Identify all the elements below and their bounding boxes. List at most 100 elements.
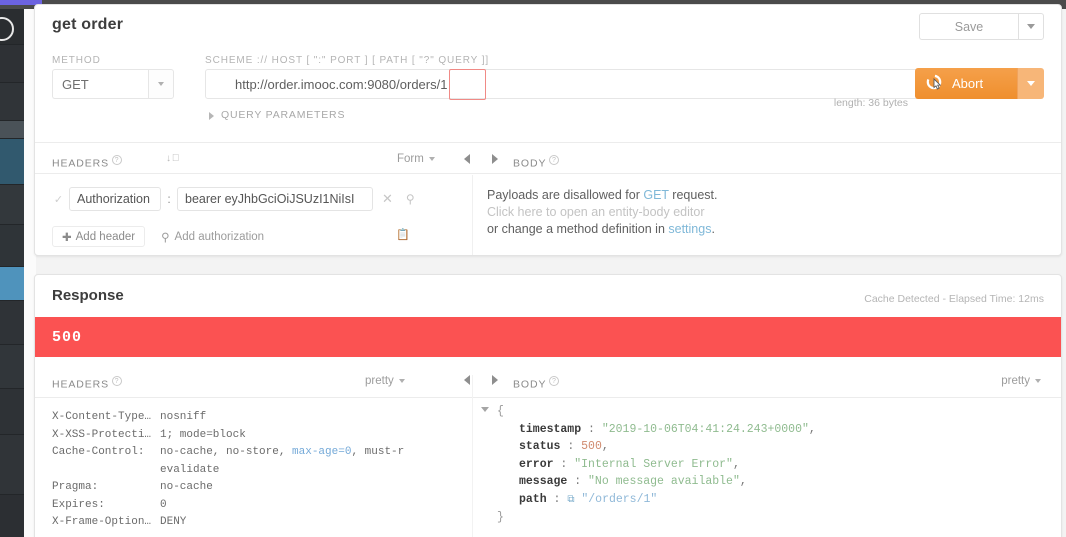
- json-entry-path: path : ⧉ "/orders/1": [519, 492, 658, 506]
- headers-format-value: Form: [397, 153, 424, 165]
- response-headers-label: HEADERS?: [52, 376, 123, 391]
- plus-icon: ✚: [62, 231, 72, 244]
- add-authorization-button[interactable]: ⚲ Add authorization: [161, 230, 264, 244]
- json-open-brace: {: [497, 405, 504, 418]
- response-header-value: nosniff: [160, 411, 207, 423]
- json-value: "/orders/1": [581, 492, 658, 506]
- save-button[interactable]: Save: [919, 13, 1018, 40]
- header-enabled-checkbox[interactable]: ✓: [52, 193, 65, 206]
- rail-item-2[interactable]: [0, 83, 24, 121]
- json-key: error: [519, 457, 554, 471]
- table-row: Cache-Control: no-cache, no-store, max-a…: [52, 444, 404, 462]
- chevron-down-icon: [1027, 24, 1035, 29]
- response-toolbar-divider: [35, 397, 1061, 398]
- rail-item-4[interactable]: [0, 139, 24, 185]
- response-header-key: Cache-Control:: [52, 446, 145, 458]
- response-body-text: BODY: [513, 378, 547, 391]
- rail-logo-icon[interactable]: [0, 9, 24, 45]
- table-row: X-XSS-Protecti… 1; mode=block: [52, 427, 404, 445]
- rail-item-11[interactable]: [0, 435, 24, 495]
- help-icon[interactable]: ?: [112, 376, 123, 386]
- response-header-value: no-cache, no-store, max-age=0, must-r: [160, 444, 404, 462]
- json-entry-status: status : 500,: [519, 440, 609, 453]
- method-value[interactable]: GET: [52, 69, 148, 99]
- rail-item-3-active[interactable]: [0, 121, 24, 139]
- cache-control-part-b: , must-r: [351, 446, 405, 458]
- collapse-left-arrow-icon[interactable]: [464, 154, 470, 164]
- sort-headers-icon[interactable]: ↓ ᳐: [166, 153, 179, 164]
- rail-item-1[interactable]: [0, 45, 24, 83]
- response-headers-table: X-Content-Type… nosniff X-XSS-Protecti… …: [52, 409, 404, 532]
- response-title: Response: [52, 287, 124, 304]
- external-link-icon[interactable]: ⧉: [567, 495, 574, 506]
- expand-right-arrow-icon[interactable]: [492, 154, 498, 164]
- response-body-format-dropdown[interactable]: pretty: [1001, 375, 1041, 387]
- method-dropdown-button[interactable]: [148, 69, 174, 99]
- save-button-group[interactable]: Save: [919, 13, 1044, 40]
- cache-control-token: max-age=0: [292, 446, 352, 458]
- json-entry-timestamp: timestamp : "2019-10-06T04:41:24.243+000…: [519, 422, 816, 436]
- header-name-input[interactable]: Authorization: [69, 187, 161, 211]
- url-label: SCHEME :// HOST [ ":" PORT ] [ PATH [ "?…: [205, 55, 490, 66]
- add-header-button[interactable]: ✚ Add header: [52, 226, 146, 247]
- send-options-dropdown[interactable]: [1017, 68, 1044, 99]
- query-parameters-toggle[interactable]: QUERY PARAMETERS: [221, 109, 345, 121]
- rail-item-6[interactable]: [0, 225, 24, 267]
- response-header-key: Pragma:: [52, 481, 99, 493]
- rail-item-5[interactable]: [0, 185, 24, 225]
- table-row: X-Frame-Option… DENY: [52, 514, 404, 532]
- response-body-label: BODY?: [513, 376, 560, 391]
- response-meta: Cache Detected - Elapsed Time: 12ms: [864, 293, 1044, 305]
- collapse-left-arrow-icon[interactable]: [464, 375, 470, 385]
- chevron-right-icon[interactable]: [209, 112, 214, 120]
- json-entry-message: message : "No message available",: [519, 475, 747, 488]
- json-comma: ,: [739, 475, 747, 488]
- help-icon[interactable]: ?: [549, 155, 560, 165]
- collapse-json-icon[interactable]: [481, 407, 489, 412]
- body-message-line-1: Payloads are disallowed for GET request.: [487, 187, 717, 204]
- rail-item-9[interactable]: [0, 345, 24, 389]
- abort-button-label: Abort: [952, 76, 984, 91]
- rail-item-8[interactable]: [0, 301, 24, 345]
- json-key: message: [519, 475, 568, 488]
- json-entry-error: error : "Internal Server Error",: [519, 457, 740, 471]
- json-comma: ,: [732, 457, 740, 471]
- rail-item-7-selected[interactable]: [0, 267, 24, 301]
- expand-right-arrow-icon[interactable]: [492, 375, 498, 385]
- help-icon[interactable]: ?: [549, 376, 560, 386]
- save-dropdown-button[interactable]: [1018, 13, 1044, 40]
- response-header-key: X-Content-Type…: [52, 411, 152, 423]
- response-headers-text: HEADERS: [52, 378, 110, 391]
- send-abort-button-group[interactable]: Abort: [915, 68, 1044, 99]
- header-value-input[interactable]: bearer eyJhbGciOiJSUzI1NiIsI: [177, 187, 373, 211]
- rail-item-10[interactable]: [0, 389, 24, 435]
- response-headers-format-dropdown[interactable]: pretty: [365, 375, 405, 387]
- chevron-down-icon: [1035, 379, 1041, 383]
- table-row[interactable]: ✓ Authorization : bearer eyJhbGciOiJSUzI…: [52, 187, 415, 211]
- json-key: path: [519, 492, 547, 506]
- get-method-link[interactable]: GET: [643, 188, 668, 202]
- app-window: get order Save METHOD SCHEME :// HOST [ …: [0, 0, 1066, 537]
- response-pane-divider: [472, 375, 473, 537]
- remove-header-icon[interactable]: ✕: [382, 191, 393, 207]
- table-row: Pragma: no-cache: [52, 479, 404, 497]
- body-disallowed-message: Payloads are disallowed for GET request.…: [487, 187, 717, 238]
- url-input[interactable]: http://order.imooc.com:9080/orders/1: [205, 69, 943, 99]
- body-message-line-2[interactable]: Click here to open an entity-body editor: [487, 204, 717, 221]
- clipboard-icon[interactable]: 📋: [396, 228, 410, 241]
- method-select[interactable]: GET: [52, 69, 174, 99]
- key-icon[interactable]: ⚲: [406, 192, 415, 206]
- headers-format-dropdown[interactable]: Form: [397, 153, 435, 165]
- request-length-note: length: 36 bytes: [833, 97, 908, 109]
- chevron-down-icon: [1027, 81, 1035, 86]
- left-navigation-rail[interactable]: [0, 9, 24, 537]
- settings-link[interactable]: settings: [668, 222, 711, 236]
- status-banner: 500: [35, 317, 1061, 357]
- body-line1-prefix: Payloads are disallowed for: [487, 188, 644, 202]
- json-close-brace: }: [497, 511, 504, 524]
- abort-button[interactable]: Abort: [915, 68, 1017, 99]
- json-value: "2019-10-06T04:41:24.243+0000": [601, 422, 809, 436]
- help-icon[interactable]: ?: [112, 155, 123, 165]
- json-value: 500: [581, 440, 602, 453]
- json-key: status: [519, 440, 561, 453]
